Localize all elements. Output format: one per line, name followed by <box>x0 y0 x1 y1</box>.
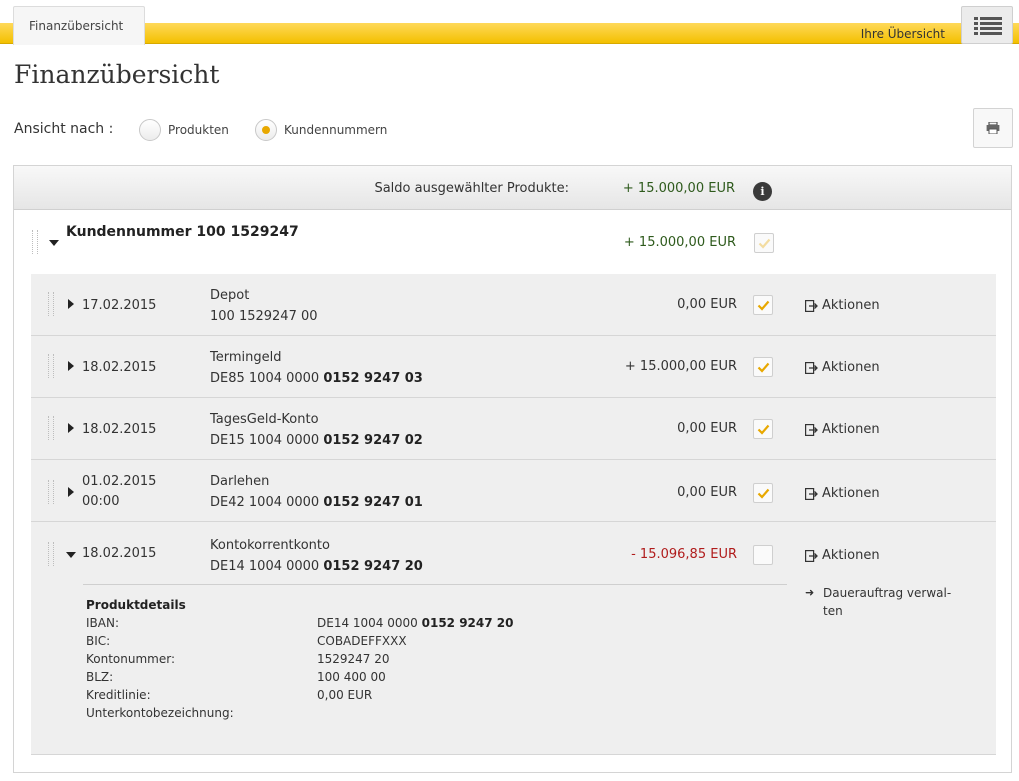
product-row[interactable]: 17.02.2015 Depot 100 1529247 00 0,00 EUR… <box>31 274 996 336</box>
drag-handle-icon[interactable] <box>48 416 54 440</box>
row-amount: + 15.000,00 EUR <box>624 359 737 374</box>
row-date: 18.02.2015 <box>82 422 157 437</box>
radio-label: Kundennummern <box>284 123 388 137</box>
list-menu-icon <box>974 17 1002 35</box>
drag-handle-icon[interactable] <box>48 542 54 566</box>
checkmark-icon <box>757 300 770 311</box>
customer-title: Kundennummer 100 1529247 <box>66 224 299 240</box>
row-product-name: Kontokorrentkonto <box>210 538 330 553</box>
detail-iban-label: IBAN: <box>86 616 119 630</box>
product-details: Produktdetails IBAN: DE14 1004 0000 0152 … <box>86 598 686 724</box>
actions-icon <box>805 300 818 312</box>
row-product-name: Termingeld <box>210 350 282 365</box>
checkmark-icon <box>757 488 770 499</box>
row-date: 18.02.2015 <box>82 360 157 375</box>
top-bar: Finanzübersicht Ihre Übersicht <box>0 0 1019 46</box>
drag-handle-icon[interactable] <box>48 354 54 378</box>
drag-handle-icon[interactable] <box>48 480 54 504</box>
printer-icon <box>986 122 1000 134</box>
divider <box>83 584 787 585</box>
drag-handle-icon[interactable] <box>32 230 38 254</box>
actions-label: Aktionen <box>822 486 880 501</box>
row-account-number: 100 1529247 00 <box>210 309 318 324</box>
row-checkbox[interactable] <box>753 483 773 503</box>
row-checkbox[interactable] <box>753 357 773 377</box>
view-label: Ansicht nach : <box>14 121 114 137</box>
actions-icon <box>805 550 818 562</box>
actions-label: Aktionen <box>822 298 880 313</box>
row-iban: DE85 1004 0000 0152 9247 03 <box>210 371 423 386</box>
detail-blz-value: 100 400 00 <box>317 670 386 684</box>
product-row[interactable]: 18.02.2015 Termingeld DE85 1004 0000 015… <box>31 336 996 398</box>
radio-circle-selected[interactable] <box>255 119 277 141</box>
menu-button[interactable] <box>961 6 1013 44</box>
row-product-name: TagesGeld-Konto <box>210 412 319 427</box>
collapse-triangle-icon[interactable] <box>49 240 59 246</box>
actions-icon <box>805 488 818 500</box>
row-time: 00:00 <box>82 494 120 509</box>
drag-handle-icon[interactable] <box>48 292 54 316</box>
detail-kontonummer-value: 1529247 20 <box>317 652 390 666</box>
row-date: 01.02.2015 00:00 <box>82 474 157 509</box>
detail-kreditlinie-label: Kreditlinie: <box>86 688 151 702</box>
expand-triangle-icon[interactable] <box>68 423 74 433</box>
checkmark-icon <box>757 362 770 373</box>
product-row-expanded[interactable]: 18.02.2015 Kontokorrentkonto DE14 1004 0… <box>31 522 996 755</box>
row-iban: DE14 1004 0000 0152 9247 20 <box>210 559 423 574</box>
row-amount: 0,00 EUR <box>677 485 737 500</box>
actions-icon <box>805 362 818 374</box>
detail-kreditlinie-value: 0,00 EUR <box>317 688 373 702</box>
row-date: 18.02.2015 <box>82 546 157 561</box>
customer-amount: + 15.000,00 EUR <box>623 235 736 250</box>
detail-blz-label: BLZ: <box>86 670 114 684</box>
detail-bic-label: BIC: <box>86 634 111 648</box>
product-row[interactable]: 01.02.2015 00:00 Darlehen DE42 1004 0000 … <box>31 460 996 522</box>
print-button[interactable] <box>973 108 1013 148</box>
customer-group: Kundennummer 100 1529247 + 15.000,00 EUR <box>14 210 1011 274</box>
saldo-label: Saldo ausgewählter Produkte: <box>374 181 569 196</box>
row-amount: - 15.096,85 EUR <box>631 547 737 562</box>
radio-label: Produkten <box>168 123 229 137</box>
row-iban: DE15 1004 0000 0152 9247 02 <box>210 433 423 448</box>
customer-checkbox[interactable] <box>754 233 774 253</box>
row-checkbox[interactable] <box>753 545 773 565</box>
row-product-name: Depot <box>210 288 250 303</box>
actions-icon <box>805 424 818 436</box>
checkmark-icon <box>758 238 771 249</box>
row-amount: 0,00 EUR <box>677 421 737 436</box>
detail-iban-value: DE14 1004 0000 0152 9247 20 <box>317 616 514 630</box>
checkmark-icon <box>757 424 770 435</box>
detail-bic-value: COBADEFFXXX <box>317 634 407 648</box>
actions-label: Aktionen <box>822 548 880 563</box>
page-title: Finanzübersicht <box>14 60 220 89</box>
detail-unterkonto-label: Unterkontobezeichnung: <box>86 706 234 720</box>
row-checkbox[interactable] <box>753 419 773 439</box>
arrow-right-icon: ➜ <box>805 586 815 599</box>
radio-circle[interactable] <box>139 119 161 141</box>
collapse-triangle-icon[interactable] <box>66 552 76 558</box>
expand-triangle-icon[interactable] <box>68 299 74 309</box>
row-product-name: Darlehen <box>210 474 270 489</box>
details-heading: Produktdetails <box>86 598 186 612</box>
finance-panel: Saldo ausgewählter Produkte: + 15.000,00… <box>13 165 1012 773</box>
dauerauftrag-label: Dauerauftrag verwal-ten <box>823 586 952 618</box>
detail-kontonummer-label: Kontonummer: <box>86 652 176 666</box>
ihre-uebersicht-link[interactable]: Ihre Übersicht <box>861 27 945 41</box>
row-amount: 0,00 EUR <box>677 297 737 312</box>
view-selector: Ansicht nach : Produkten Kundennummern <box>0 104 1019 154</box>
tab-finanzuebersicht[interactable]: Finanzübersicht <box>13 6 145 45</box>
row-checkbox[interactable] <box>753 295 773 315</box>
row-iban: DE42 1004 0000 0152 9247 01 <box>210 495 423 510</box>
expand-triangle-icon[interactable] <box>68 487 74 497</box>
saldo-header: Saldo ausgewählter Produkte: + 15.000,00… <box>14 166 1011 210</box>
saldo-value: + 15.000,00 EUR <box>622 181 735 196</box>
actions-label: Aktionen <box>822 360 880 375</box>
product-row[interactable]: 18.02.2015 TagesGeld-Konto DE15 1004 000… <box>31 398 996 460</box>
actions-label: Aktionen <box>822 422 880 437</box>
info-icon[interactable]: i <box>753 182 772 201</box>
expand-triangle-icon[interactable] <box>68 361 74 371</box>
row-date: 17.02.2015 <box>82 298 157 313</box>
